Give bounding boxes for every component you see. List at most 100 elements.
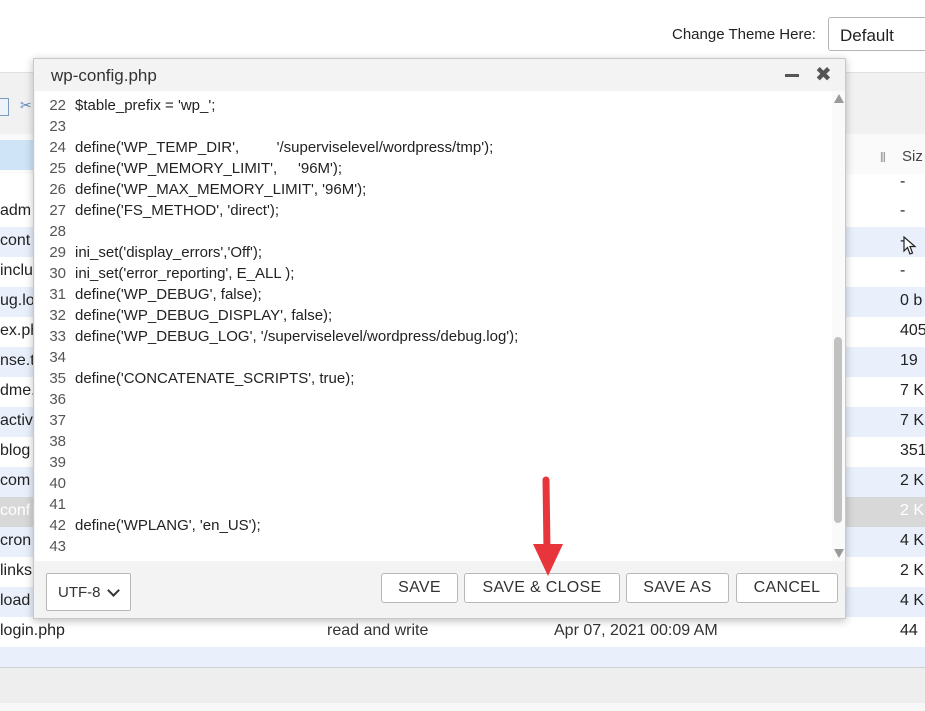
code-text: ini_set('display_errors','Off'); <box>75 244 263 261</box>
line-number: 27 <box>49 202 66 219</box>
file-name: conf <box>0 502 31 519</box>
file-size: 7 K <box>900 412 925 429</box>
file-name: adm <box>0 202 32 219</box>
code-line[interactable]: 33 define('WP_DEBUG_LOG', '/superviseleve… <box>35 326 835 347</box>
file-size: - <box>900 262 906 279</box>
code-line[interactable]: 26 define('WP_MAX_MEMORY_LIMIT', '96M'); <box>35 179 835 200</box>
file-size: 44 <box>900 622 918 639</box>
editor-scrollbar[interactable] <box>832 91 845 561</box>
theme-select[interactable]: Default <box>828 17 925 51</box>
file-name: inclu <box>0 262 33 279</box>
code-line[interactable]: 25 define('WP_MEMORY_LIMIT', '96M'); <box>35 158 835 179</box>
code-line[interactable]: 36 <box>35 389 835 410</box>
file-size: - <box>900 173 906 190</box>
line-number: 40 <box>49 475 66 492</box>
code-line[interactable]: 35 define('CONCATENATE_SCRIPTS', true); <box>35 368 835 389</box>
file-editor-dialog: wp-config.php ✖ 43 42 define('WPLANG', 'en… <box>33 58 846 619</box>
arrow-head <box>533 544 563 576</box>
code-line[interactable]: 41 <box>35 494 835 515</box>
code-line[interactable]: 42 define('WPLANG', 'en_US'); <box>35 515 835 536</box>
code-text: define('WP_DEBUG_DISPLAY', false); <box>75 307 333 324</box>
save-as-button[interactable]: SAVE AS <box>626 573 729 603</box>
file-size: 405 <box>900 322 925 339</box>
file-size: 2 K <box>900 472 925 489</box>
code-line[interactable]: 38 <box>35 431 835 452</box>
scroll-up-arrow-icon[interactable] <box>834 94 844 103</box>
file-size: 19 <box>900 352 918 369</box>
header-selected-cell <box>0 140 34 170</box>
code-line[interactable]: 37 <box>35 410 835 431</box>
line-number: 41 <box>49 496 66 513</box>
code-line[interactable]: 29 ini_set('display_errors','Off'); <box>35 242 835 263</box>
code-text: define('WP_MAX_MEMORY_LIMIT', '96M'); <box>75 181 367 198</box>
code-line[interactable]: 24 define('WP_TEMP_DIR', '/superviselevel… <box>35 137 835 158</box>
code-text: define('CONCATENATE_SCRIPTS', true); <box>75 370 355 387</box>
theme-label: Change Theme Here: <box>672 26 816 43</box>
arrow-shaft <box>542 476 551 554</box>
file-icon[interactable] <box>0 98 9 116</box>
minimize-icon[interactable] <box>785 74 799 77</box>
file-size: 4 K <box>900 592 925 609</box>
column-resize-handle-icon[interactable]: ⦀ <box>880 150 886 166</box>
line-number: 23 <box>49 118 66 135</box>
code-text: define('WP_DEBUG', false); <box>75 286 262 303</box>
code-line[interactable]: 34 <box>35 347 835 368</box>
line-number: 38 <box>49 433 66 450</box>
save-button[interactable]: SAVE <box>381 573 458 603</box>
code-text: define('WP_DEBUG_LOG', '/superviselevel/… <box>75 328 519 345</box>
code-line[interactable]: 30 ini_set('error_reporting', E_ALL ); <box>35 263 835 284</box>
code-text: ini_set('error_reporting', E_ALL ); <box>75 265 295 282</box>
code-text: define('FS_METHOD', 'direct'); <box>75 202 280 219</box>
code-text: $table_prefix = 'wp_'; <box>75 97 216 114</box>
line-number: 25 <box>49 160 66 177</box>
cut-icon[interactable]: ✂ <box>20 98 32 112</box>
line-number: 39 <box>49 454 66 471</box>
code-line[interactable]: 31 define('WP_DEBUG', false); <box>35 284 835 305</box>
cancel-button[interactable]: CANCEL <box>736 573 838 603</box>
line-number: 35 <box>49 370 66 387</box>
line-number: 24 <box>49 139 66 156</box>
dialog-footer: UTF-8 SAVE SAVE & CLOSE SAVE AS CANCEL <box>34 561 845 618</box>
line-number: 22 <box>49 97 66 114</box>
file-name: cron <box>0 532 32 549</box>
line-number: 43 <box>49 538 66 555</box>
line-number: 33 <box>49 328 66 345</box>
encoding-select[interactable]: UTF-8 <box>46 573 131 611</box>
file-name: blog <box>0 442 31 459</box>
file-name: com <box>0 472 31 489</box>
code-text: define('WP_MEMORY_LIMIT', '96M'); <box>75 160 343 177</box>
file-name: dme. <box>0 382 36 399</box>
line-number: 26 <box>49 181 66 198</box>
code-line[interactable]: 43 <box>35 536 835 557</box>
table-row[interactable]: login.php read and write Apr 07, 2021 00… <box>0 617 925 647</box>
table-row[interactable] <box>0 647 925 667</box>
file-permissions: read and write <box>327 622 429 639</box>
code-line[interactable]: 32 define('WP_DEBUG_DISPLAY', false); <box>35 305 835 326</box>
code-line[interactable]: 23 <box>35 116 835 137</box>
file-size: 7 K <box>900 382 925 399</box>
code-line[interactable]: 27 define('FS_METHOD', 'direct'); <box>35 200 835 221</box>
line-number: 37 <box>49 412 66 429</box>
close-icon[interactable]: ✖ <box>815 63 832 87</box>
file-name: nse.t <box>0 352 35 369</box>
code-line[interactable]: 40 <box>35 473 835 494</box>
file-size: 0 b <box>900 292 923 309</box>
status-bar <box>0 703 925 711</box>
line-number: 42 <box>49 517 66 534</box>
mouse-cursor-icon <box>903 236 917 255</box>
file-size: - <box>900 202 906 219</box>
code-line[interactable]: 39 <box>35 452 835 473</box>
code-line[interactable]: 28 <box>35 221 835 242</box>
scroll-thumb[interactable] <box>834 337 842 523</box>
file-name: cont <box>0 232 31 249</box>
code-text: define('WPLANG', 'en_US'); <box>75 517 261 534</box>
code-editor[interactable]: 43 42 define('WPLANG', 'en_US'); 41 40 39 38 37… <box>35 91 845 561</box>
line-number: 36 <box>49 391 66 408</box>
code-line[interactable]: 22 $table_prefix = 'wp_'; <box>35 95 835 116</box>
file-size: 4 K <box>900 532 925 549</box>
scroll-down-arrow-icon[interactable] <box>834 549 844 558</box>
line-number: 31 <box>49 286 66 303</box>
size-column-header[interactable]: Siz <box>902 148 923 165</box>
line-number: 32 <box>49 307 66 324</box>
line-number: 34 <box>49 349 66 366</box>
